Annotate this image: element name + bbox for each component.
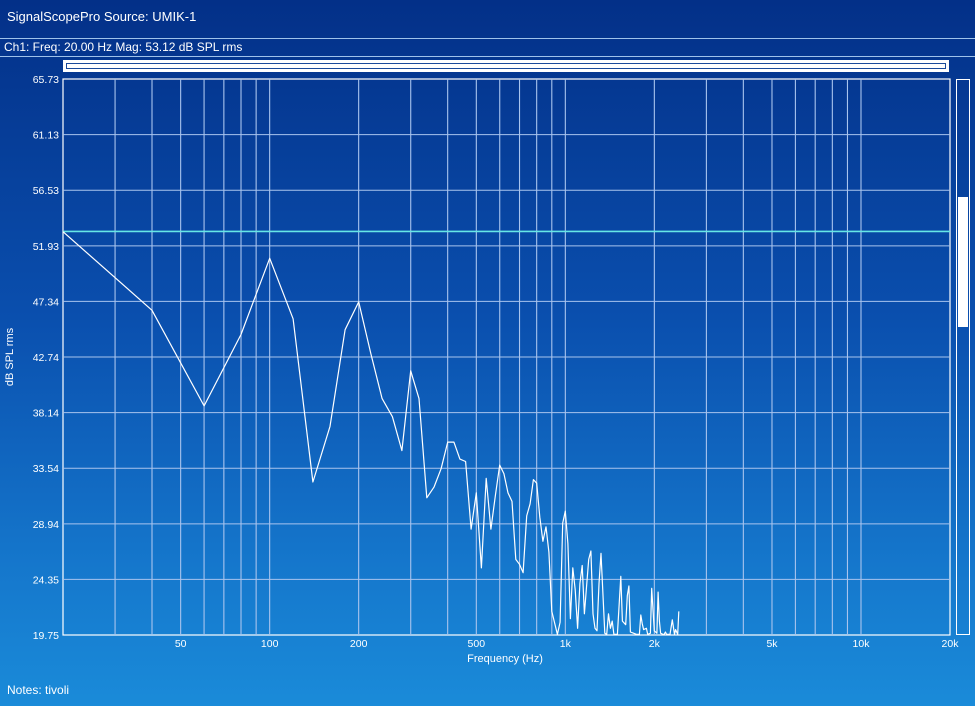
y-tick-labels: 19.75 24.35 28.94 33.54 38.14 42.74 47.34 51.93…: [33, 74, 59, 642]
x-tick-label: 50: [175, 638, 187, 650]
y-tick-label: 47.34: [33, 296, 59, 308]
y-tick-label: 42.74: [33, 352, 59, 364]
y-tick-label: 56.53: [33, 185, 59, 197]
x-tick-label: 20k: [942, 638, 960, 650]
y-tick-label: 65.73: [33, 74, 59, 86]
response-trace: [62, 231, 680, 636]
horizontal-gridlines: [63, 134, 950, 580]
y-tick-label: 51.93: [33, 241, 59, 253]
y-tick-label: 38.14: [33, 408, 59, 420]
y-axis-label: dB SPL rms: [4, 327, 16, 386]
y-tick-label: 33.54: [33, 463, 59, 475]
x-tick-label: 10k: [853, 638, 871, 650]
y-tick-label: 19.75: [33, 630, 59, 642]
x-tick-label: 100: [261, 638, 279, 650]
x-axis-label: Frequency (Hz): [467, 653, 543, 665]
x-tick-label: 200: [350, 638, 368, 650]
y-tick-label: 28.94: [33, 519, 59, 531]
x-tick-label: 2k: [649, 638, 661, 650]
y-tick-label: 61.13: [33, 130, 59, 142]
frequency-response-chart[interactable]: 19.75 24.35 28.94 33.54 38.14 42.74 47.34 51.93…: [0, 0, 975, 706]
x-tick-label: 5k: [766, 638, 778, 650]
x-tick-label: 1k: [560, 638, 572, 650]
x-tick-label: 500: [468, 638, 486, 650]
notes-text: Notes: tivoli: [7, 683, 70, 697]
x-tick-labels: 50 100 200 500 1k 2k 5k 10k 20k: [175, 638, 959, 650]
y-tick-label: 24.35: [33, 574, 59, 586]
